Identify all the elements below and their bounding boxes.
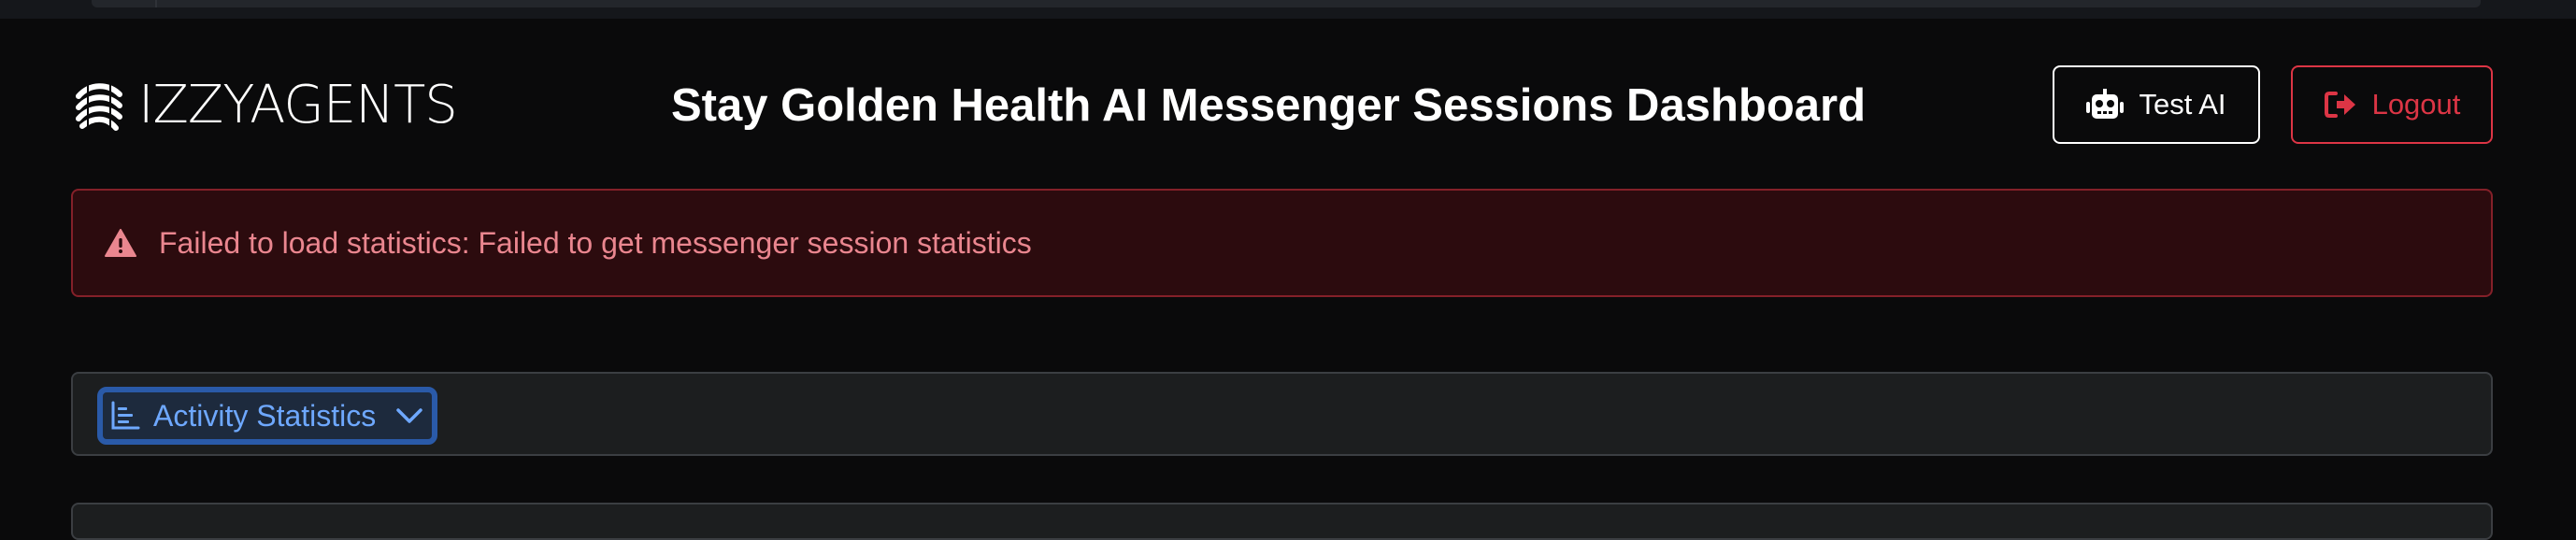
browser-address-bar-edge xyxy=(92,0,2481,7)
next-panel xyxy=(71,503,2493,540)
activity-statistics-accordion: Activity Statistics xyxy=(71,372,2493,456)
logout-icon xyxy=(2324,92,2355,118)
brand-logo[interactable]: IZZYAGENTS xyxy=(69,73,458,138)
alert-message: Failed to load statistics: Failed to get… xyxy=(159,225,1032,260)
logout-button[interactable]: Logout xyxy=(2291,65,2493,144)
chart-bar-icon xyxy=(111,401,140,430)
activity-statistics-toggle[interactable]: Activity Statistics xyxy=(97,387,437,445)
browser-divider xyxy=(155,0,157,7)
error-alert: Failed to load statistics: Failed to get… xyxy=(71,189,2493,297)
robot-icon xyxy=(2086,89,2125,119)
browser-top-strip xyxy=(0,0,2576,19)
test-ai-button-label: Test AI xyxy=(2139,88,2226,121)
test-ai-button[interactable]: Test AI xyxy=(2053,65,2260,144)
logout-button-label: Logout xyxy=(2371,88,2461,121)
logo-text: IZZYAGENTS xyxy=(138,75,458,135)
page-title: Stay Golden Health AI Messenger Sessions… xyxy=(671,80,1866,131)
logo-icon xyxy=(76,81,122,131)
chevron-down-icon xyxy=(396,408,423,423)
warning-icon xyxy=(105,229,136,257)
accordion-label: Activity Statistics xyxy=(153,398,377,433)
